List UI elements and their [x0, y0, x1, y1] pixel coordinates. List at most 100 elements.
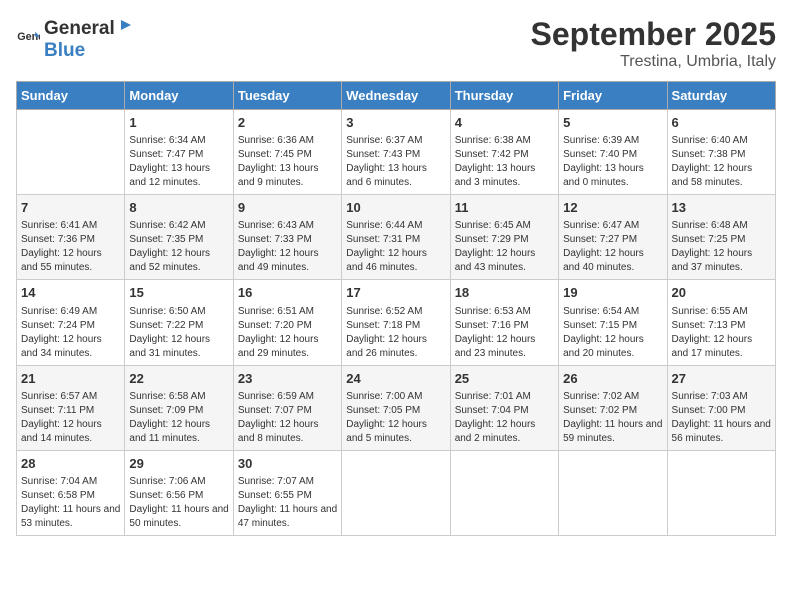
logo-icon: General: [16, 27, 40, 51]
day-info: Sunrise: 6:55 AMSunset: 7:13 PMDaylight:…: [672, 305, 771, 361]
day-number: 13: [672, 199, 771, 217]
header-day-friday: Friday: [559, 82, 667, 110]
day-info: Sunrise: 6:36 AMSunset: 7:45 PMDaylight:…: [238, 134, 337, 190]
calendar-cell: 29 Sunrise: 7:06 AMSunset: 6:56 PMDayligh…: [125, 450, 233, 535]
calendar-cell: 18 Sunrise: 6:53 AMSunset: 7:16 PMDayligh…: [450, 280, 558, 365]
day-info: Sunrise: 6:43 AMSunset: 7:33 PMDaylight:…: [238, 219, 337, 275]
calendar-cell: 10 Sunrise: 6:44 AMSunset: 7:31 PMDayligh…: [342, 195, 450, 280]
day-number: 24: [346, 370, 445, 388]
day-info: Sunrise: 6:40 AMSunset: 7:38 PMDaylight:…: [672, 134, 771, 190]
header-day-monday: Monday: [125, 82, 233, 110]
day-info: Sunrise: 7:02 AMSunset: 7:02 PMDaylight:…: [563, 390, 662, 446]
day-number: 22: [129, 370, 228, 388]
header-day-saturday: Saturday: [667, 82, 775, 110]
day-info: Sunrise: 6:34 AMSunset: 7:47 PMDaylight:…: [129, 134, 228, 190]
calendar-cell: 6 Sunrise: 6:40 AMSunset: 7:38 PMDaylight…: [667, 110, 775, 195]
calendar-cell: 9Sunrise: 6:43 AMSunset: 7:33 PMDaylight…: [233, 195, 341, 280]
day-info: Sunrise: 6:42 AMSunset: 7:35 PMDaylight:…: [129, 219, 228, 275]
location-title: Trestina, Umbria, Italy: [531, 53, 776, 71]
calendar-week-row: 14 Sunrise: 6:49 AMSunset: 7:24 PMDayligh…: [17, 280, 776, 365]
day-info: Sunrise: 6:49 AMSunset: 7:24 PMDaylight:…: [21, 305, 120, 361]
calendar-cell: 13 Sunrise: 6:48 AMSunset: 7:25 PMDayligh…: [667, 195, 775, 280]
day-info: Sunrise: 7:01 AMSunset: 7:04 PMDaylight:…: [455, 390, 554, 446]
calendar-cell: [17, 110, 125, 195]
calendar-cell: [559, 450, 667, 535]
calendar-cell: 25 Sunrise: 7:01 AMSunset: 7:04 PMDayligh…: [450, 365, 558, 450]
calendar-cell: 5 Sunrise: 6:39 AMSunset: 7:40 PMDaylight…: [559, 110, 667, 195]
day-info: Sunrise: 6:53 AMSunset: 7:16 PMDaylight:…: [455, 305, 554, 361]
month-title: September 2025: [531, 16, 776, 53]
calendar-cell: 22Sunrise: 6:58 AMSunset: 7:09 PMDayligh…: [125, 365, 233, 450]
calendar-cell: 15Sunrise: 6:50 AMSunset: 7:22 PMDayligh…: [125, 280, 233, 365]
day-number: 12: [563, 199, 662, 217]
day-number: 27: [672, 370, 771, 388]
header-day-thursday: Thursday: [450, 82, 558, 110]
day-info: Sunrise: 7:07 AMSunset: 6:55 PMDaylight:…: [238, 475, 337, 531]
title-section: September 2025 Trestina, Umbria, Italy: [531, 16, 776, 71]
day-info: Sunrise: 6:41 AMSunset: 7:36 PMDaylight:…: [21, 219, 120, 275]
day-number: 3: [346, 114, 445, 132]
calendar-header-row: SundayMondayTuesdayWednesdayThursdayFrid…: [17, 82, 776, 110]
calendar-week-row: 28 Sunrise: 7:04 AMSunset: 6:58 PMDayligh…: [17, 450, 776, 535]
header-day-sunday: Sunday: [17, 82, 125, 110]
day-number: 15: [129, 284, 228, 302]
day-number: 11: [455, 199, 554, 217]
day-number: 16: [238, 284, 337, 302]
day-number: 8: [129, 199, 228, 217]
calendar-cell: 2 Sunrise: 6:36 AMSunset: 7:45 PMDaylight…: [233, 110, 341, 195]
day-info: Sunrise: 6:57 AMSunset: 7:11 PMDaylight:…: [21, 390, 120, 446]
day-number: 10: [346, 199, 445, 217]
logo-arrow-icon: [117, 16, 135, 34]
day-number: 18: [455, 284, 554, 302]
day-info: Sunrise: 6:38 AMSunset: 7:42 PMDaylight:…: [455, 134, 554, 190]
calendar-cell: 20Sunrise: 6:55 AMSunset: 7:13 PMDayligh…: [667, 280, 775, 365]
calendar-cell: 30Sunrise: 7:07 AMSunset: 6:55 PMDayligh…: [233, 450, 341, 535]
day-number: 2: [238, 114, 337, 132]
day-number: 14: [21, 284, 120, 302]
calendar-cell: 28 Sunrise: 7:04 AMSunset: 6:58 PMDayligh…: [17, 450, 125, 535]
day-number: 6: [672, 114, 771, 132]
day-number: 23: [238, 370, 337, 388]
day-info: Sunrise: 7:03 AMSunset: 7:00 PMDaylight:…: [672, 390, 771, 446]
day-number: 4: [455, 114, 554, 132]
day-number: 28: [21, 455, 120, 473]
calendar-cell: 1 Sunrise: 6:34 AMSunset: 7:47 PMDaylight…: [125, 110, 233, 195]
logo-blue-text: Blue: [44, 40, 85, 61]
day-info: Sunrise: 6:52 AMSunset: 7:18 PMDaylight:…: [346, 305, 445, 361]
calendar-table: SundayMondayTuesdayWednesdayThursdayFrid…: [16, 81, 776, 536]
day-number: 5: [563, 114, 662, 132]
day-number: 29: [129, 455, 228, 473]
calendar-cell: 16Sunrise: 6:51 AMSunset: 7:20 PMDayligh…: [233, 280, 341, 365]
day-info: Sunrise: 7:06 AMSunset: 6:56 PMDaylight:…: [129, 475, 228, 531]
calendar-week-row: 21Sunrise: 6:57 AMSunset: 7:11 PMDayligh…: [17, 365, 776, 450]
day-info: Sunrise: 6:59 AMSunset: 7:07 PMDaylight:…: [238, 390, 337, 446]
header-day-wednesday: Wednesday: [342, 82, 450, 110]
day-info: Sunrise: 6:48 AMSunset: 7:25 PMDaylight:…: [672, 219, 771, 275]
day-info: Sunrise: 6:37 AMSunset: 7:43 PMDaylight:…: [346, 134, 445, 190]
calendar-week-row: 1 Sunrise: 6:34 AMSunset: 7:47 PMDaylight…: [17, 110, 776, 195]
calendar-cell: 26Sunrise: 7:02 AMSunset: 7:02 PMDayligh…: [559, 365, 667, 450]
day-info: Sunrise: 7:04 AMSunset: 6:58 PMDaylight:…: [21, 475, 120, 531]
calendar-cell: 11Sunrise: 6:45 AMSunset: 7:29 PMDayligh…: [450, 195, 558, 280]
day-number: 1: [129, 114, 228, 132]
calendar-cell: 7 Sunrise: 6:41 AMSunset: 7:36 PMDaylight…: [17, 195, 125, 280]
calendar-cell: 12Sunrise: 6:47 AMSunset: 7:27 PMDayligh…: [559, 195, 667, 280]
header-day-tuesday: Tuesday: [233, 82, 341, 110]
logo: General General Blue: [16, 16, 135, 62]
calendar-cell: 19Sunrise: 6:54 AMSunset: 7:15 PMDayligh…: [559, 280, 667, 365]
calendar-cell: 17 Sunrise: 6:52 AMSunset: 7:18 PMDayligh…: [342, 280, 450, 365]
day-number: 7: [21, 199, 120, 217]
day-info: Sunrise: 6:39 AMSunset: 7:40 PMDaylight:…: [563, 134, 662, 190]
day-number: 17: [346, 284, 445, 302]
calendar-cell: 24Sunrise: 7:00 AMSunset: 7:05 PMDayligh…: [342, 365, 450, 450]
calendar-cell: [342, 450, 450, 535]
calendar-cell: 23 Sunrise: 6:59 AMSunset: 7:07 PMDayligh…: [233, 365, 341, 450]
day-number: 25: [455, 370, 554, 388]
svg-text:General: General: [17, 31, 40, 43]
header: General General Blue September 2025 Tres…: [16, 16, 776, 71]
day-number: 19: [563, 284, 662, 302]
day-info: Sunrise: 6:44 AMSunset: 7:31 PMDaylight:…: [346, 219, 445, 275]
calendar-cell: 27 Sunrise: 7:03 AMSunset: 7:00 PMDayligh…: [667, 365, 775, 450]
calendar-cell: 14 Sunrise: 6:49 AMSunset: 7:24 PMDayligh…: [17, 280, 125, 365]
calendar-cell: 3 Sunrise: 6:37 AMSunset: 7:43 PMDaylight…: [342, 110, 450, 195]
